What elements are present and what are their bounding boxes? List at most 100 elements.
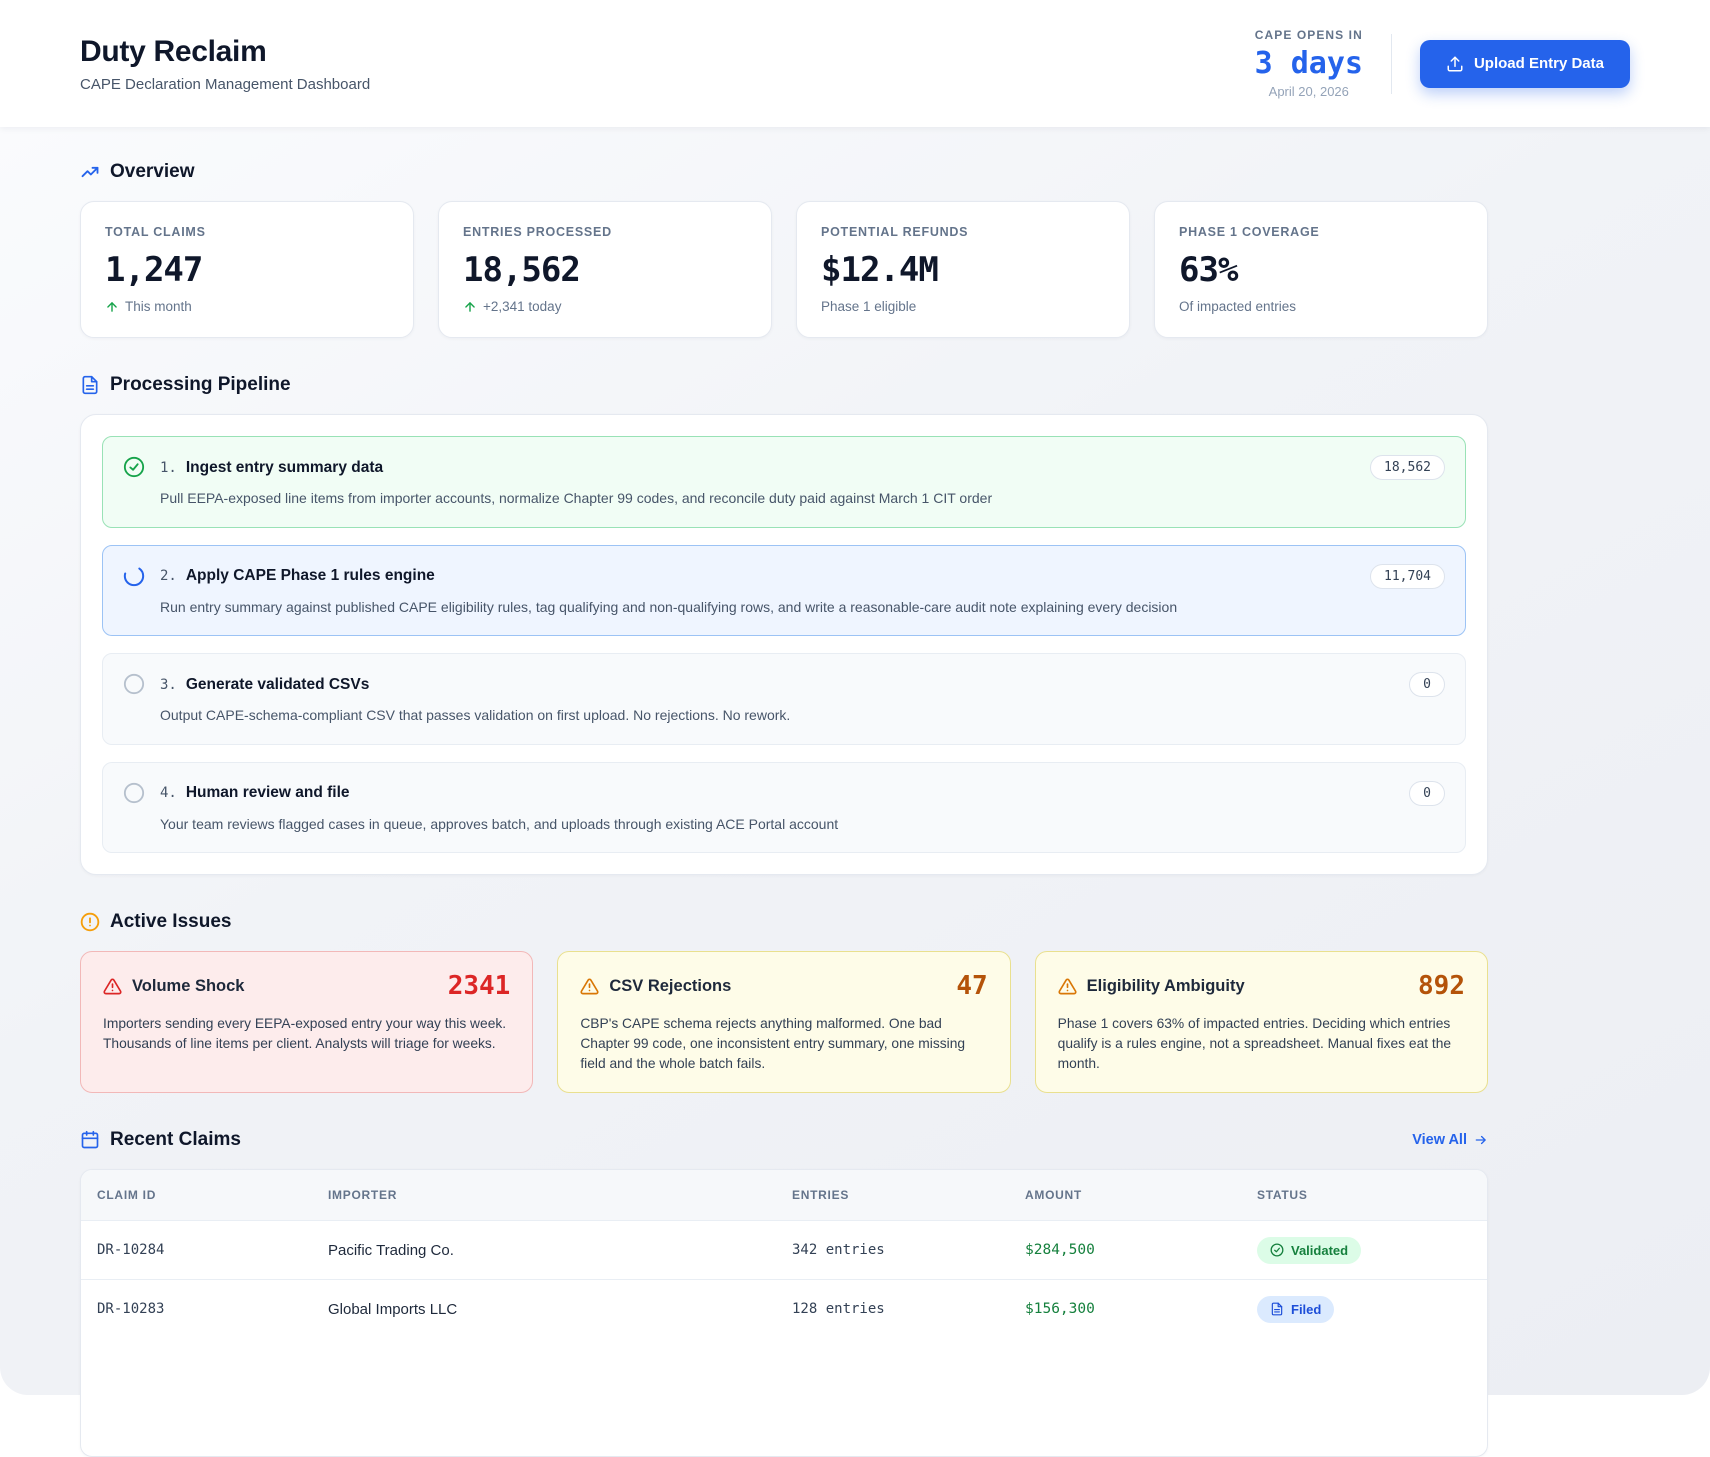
stat-sub-label: Phase 1 eligible [821, 299, 916, 314]
alert-triangle-icon [103, 977, 122, 996]
issues-section-header: Active Issues [80, 911, 1488, 933]
issue-head: Eligibility Ambiguity 892 [1058, 971, 1465, 1001]
issue-title: Volume Shock [132, 977, 244, 996]
step-count-badge: 0 [1409, 672, 1445, 697]
table-row[interactable]: DR-10284 Pacific Trading Co. 342 entries… [81, 1220, 1487, 1279]
step-title: Human review and file [186, 784, 350, 802]
claims-table: CLAIM ID IMPORTER ENTRIES AMOUNT STATUS … [80, 1169, 1488, 1457]
importer-cell: Pacific Trading Co. [312, 1242, 776, 1259]
step-head: 3. Generate validated CSVs 0 [160, 672, 1445, 697]
check-circle-icon [1270, 1243, 1284, 1257]
claim-id-cell: DR-10283 [81, 1301, 312, 1317]
step-description: Run entry summary against published CAPE… [160, 598, 1445, 618]
column-header-amount: AMOUNT [1009, 1170, 1241, 1220]
countdown-label: CAPE OPENS IN [1255, 28, 1363, 42]
step-head: 1. Ingest entry summary data 18,562 [160, 455, 1445, 480]
countdown-date: April 20, 2026 [1255, 84, 1363, 99]
step-title: Ingest entry summary data [186, 459, 383, 477]
pipeline-step-human-review: 4. Human review and file 0 Your team rev… [102, 762, 1466, 854]
issue-title: CSV Rejections [609, 977, 731, 996]
status-cell: Filed [1241, 1296, 1487, 1323]
step-number: 3. [160, 677, 177, 693]
amount-cell: $284,500 [1009, 1242, 1241, 1258]
issue-description: CBP's CAPE schema rejects anything malfo… [580, 1014, 987, 1073]
pipeline-step-rules-engine: 2. Apply CAPE Phase 1 rules engine 11,70… [102, 545, 1466, 637]
overview-section-header: Overview [80, 161, 1488, 183]
stat-sub-label: +2,341 today [483, 299, 561, 314]
pipeline-step-ingest: 1. Ingest entry summary data 18,562 Pull… [102, 436, 1466, 528]
step-title: Generate validated CSVs [186, 676, 370, 694]
pipeline-card: 1. Ingest entry summary data 18,562 Pull… [80, 414, 1488, 875]
dashboard-main: Overview TOTAL CLAIMS 1,247 This month E… [80, 127, 1488, 1457]
step-number: 1. [160, 460, 177, 476]
issues-grid: Volume Shock 2341 Importers sending ever… [80, 951, 1488, 1093]
step-number: 2. [160, 568, 177, 584]
stat-label: PHASE 1 COVERAGE [1179, 225, 1463, 239]
stat-sub: Phase 1 eligible [821, 299, 1105, 314]
alert-triangle-icon [580, 977, 599, 996]
upload-entry-data-button[interactable]: Upload Entry Data [1420, 40, 1630, 88]
pipeline-section-header: Processing Pipeline [80, 374, 1488, 396]
overview-section-title: Overview [110, 161, 195, 183]
stat-value: 1,247 [105, 250, 389, 290]
issue-title: Eligibility Ambiguity [1087, 977, 1245, 996]
amount-cell: $156,300 [1009, 1301, 1241, 1317]
step-head: 4. Human review and file 0 [160, 781, 1445, 806]
step-body: 1. Ingest entry summary data 18,562 Pull… [160, 455, 1445, 509]
claims-section-title: Recent Claims [110, 1129, 241, 1151]
stat-card-potential-refunds: POTENTIAL REFUNDS $12.4M Phase 1 eligibl… [796, 201, 1130, 338]
column-header-status: STATUS [1241, 1170, 1487, 1220]
step-body: 2. Apply CAPE Phase 1 rules engine 11,70… [160, 564, 1445, 618]
header-divider [1391, 34, 1392, 94]
status-cell: Validated [1241, 1237, 1487, 1264]
calendar-icon [80, 1130, 100, 1150]
issue-count: 892 [1418, 971, 1465, 1001]
view-all-link[interactable]: View All [1412, 1132, 1488, 1148]
upload-button-label: Upload Entry Data [1474, 55, 1604, 72]
entries-cell: 342 entries [776, 1242, 1009, 1258]
page-title: Duty Reclaim [80, 35, 370, 69]
claims-table-header: CLAIM ID IMPORTER ENTRIES AMOUNT STATUS [81, 1170, 1487, 1220]
arrow-up-icon [463, 300, 477, 314]
step-body: 4. Human review and file 0 Your team rev… [160, 781, 1445, 835]
stat-label: TOTAL CLAIMS [105, 225, 389, 239]
step-head: 2. Apply CAPE Phase 1 rules engine 11,70… [160, 564, 1445, 589]
app-header: Duty Reclaim CAPE Declaration Management… [0, 0, 1710, 127]
step-description: Your team reviews flagged cases in queue… [160, 815, 1445, 835]
column-header-claim-id: CLAIM ID [81, 1170, 312, 1220]
stat-value: 63% [1179, 250, 1463, 290]
file-icon [1270, 1302, 1284, 1316]
column-header-importer: IMPORTER [312, 1170, 776, 1220]
claims-section-header: Recent Claims View All [80, 1129, 1488, 1151]
status-badge: Filed [1257, 1296, 1334, 1323]
issue-description: Importers sending every EEPA-exposed ent… [103, 1014, 510, 1053]
stat-card-phase1-coverage: PHASE 1 COVERAGE 63% Of impacted entries [1154, 201, 1488, 338]
stat-card-entries-processed: ENTRIES PROCESSED 18,562 +2,341 today [438, 201, 772, 338]
step-description: Pull EEPA-exposed line items from import… [160, 489, 1445, 509]
trending-up-icon [80, 162, 100, 182]
spinner-icon [123, 565, 145, 587]
alert-triangle-icon [1058, 977, 1077, 996]
issue-count: 2341 [448, 971, 511, 1001]
claims-section-title-block: Recent Claims [80, 1129, 241, 1151]
alert-circle-icon [80, 912, 100, 932]
claim-id-cell: DR-10284 [81, 1242, 312, 1258]
step-body: 3. Generate validated CSVs 0 Output CAPE… [160, 672, 1445, 726]
stat-sub: Of impacted entries [1179, 299, 1463, 314]
document-icon [80, 375, 100, 395]
table-row[interactable]: DR-10283 Global Imports LLC 128 entries … [81, 1279, 1487, 1338]
view-all-label: View All [1412, 1132, 1467, 1148]
issue-card-volume-shock: Volume Shock 2341 Importers sending ever… [80, 951, 533, 1093]
claims-table-body: DR-10284 Pacific Trading Co. 342 entries… [81, 1220, 1487, 1338]
circle-icon [123, 782, 145, 804]
status-label: Filed [1291, 1302, 1321, 1317]
step-count-badge: 18,562 [1370, 455, 1445, 480]
cape-countdown: CAPE OPENS IN 3 days April 20, 2026 [1255, 28, 1363, 99]
entries-cell: 128 entries [776, 1301, 1009, 1317]
issue-count: 47 [956, 971, 987, 1001]
stat-label: ENTRIES PROCESSED [463, 225, 747, 239]
countdown-value: 3 days [1255, 46, 1363, 81]
page-subtitle: CAPE Declaration Management Dashboard [80, 76, 370, 93]
upload-icon [1446, 55, 1464, 73]
status-badge: Validated [1257, 1237, 1361, 1264]
